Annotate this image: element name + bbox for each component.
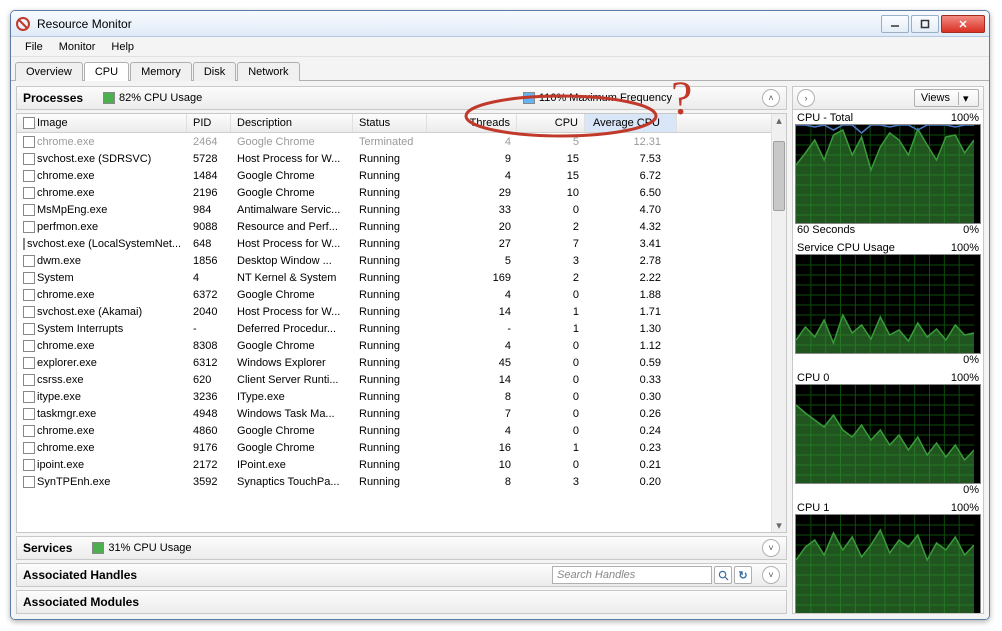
table-row[interactable]: svchost.exe (SDRSVC)5728Host Process for… — [17, 150, 771, 167]
row-checkbox[interactable] — [23, 204, 35, 216]
charts-panel: › Views ▾ CPU - Total100%60 Seconds0%Ser… — [792, 86, 984, 614]
row-checkbox[interactable] — [23, 238, 25, 250]
chart-cpu-1: CPU 1100% — [795, 502, 981, 614]
processes-title: Processes — [23, 91, 83, 105]
table-row[interactable]: System4NT Kernel & SystemRunning16922.22 — [17, 269, 771, 286]
scrollbar-thumb[interactable] — [773, 141, 785, 211]
tab-cpu[interactable]: CPU — [84, 62, 129, 81]
tab-overview[interactable]: Overview — [15, 62, 83, 81]
app-icon — [15, 16, 31, 32]
services-header[interactable]: Services 31% CPU Usage ˅ — [16, 536, 787, 560]
col-pid[interactable]: PID — [187, 114, 231, 132]
row-checkbox[interactable] — [23, 476, 35, 488]
table-row[interactable]: SynTPEnh.exe3592Synaptics TouchPa...Runn… — [17, 473, 771, 490]
table-row[interactable]: svchost.exe (Akamai)2040Host Process for… — [17, 303, 771, 320]
chart-cpu-total: CPU - Total100%60 Seconds0% — [795, 112, 981, 236]
collapse-charts-button[interactable]: › — [797, 89, 815, 107]
row-checkbox[interactable] — [23, 323, 35, 335]
table-row[interactable]: chrome.exe2196Google ChromeRunning29106.… — [17, 184, 771, 201]
menu-file[interactable]: File — [17, 39, 51, 55]
table-row[interactable]: dwm.exe1856Desktop Window ...Running532.… — [17, 252, 771, 269]
minimize-button[interactable] — [881, 15, 909, 33]
window-title: Resource Monitor — [37, 17, 881, 31]
table-row[interactable]: chrome.exe9176Google ChromeRunning1610.2… — [17, 439, 771, 456]
table-row[interactable]: explorer.exe6312Windows ExplorerRunning4… — [17, 354, 771, 371]
row-checkbox[interactable] — [23, 153, 35, 165]
table-header: Image PID Description Status Threads CPU… — [17, 114, 771, 133]
associated-modules-header[interactable]: Associated Modules — [16, 590, 787, 614]
titlebar: Resource Monitor — [11, 11, 989, 37]
row-checkbox[interactable] — [23, 340, 35, 352]
row-checkbox[interactable] — [23, 459, 35, 471]
table-row[interactable]: System Interrupts-Deferred Procedur...Ru… — [17, 320, 771, 337]
green-box-icon — [92, 542, 104, 554]
checkbox-all[interactable] — [23, 117, 35, 129]
table-row[interactable]: itype.exe3236IType.exeRunning800.30 — [17, 388, 771, 405]
close-button[interactable] — [941, 15, 985, 33]
col-average-cpu[interactable]: Average CPU — [585, 114, 677, 132]
max-freq-indicator: 110% Maximum Frequency — [523, 92, 672, 104]
table-row[interactable]: chrome.exe4860Google ChromeRunning400.24 — [17, 422, 771, 439]
row-checkbox[interactable] — [23, 425, 35, 437]
processes-table: Image PID Description Status Threads CPU… — [16, 113, 787, 533]
tab-strip: Overview CPU Memory Disk Network — [11, 57, 989, 81]
table-row[interactable]: csrss.exe620Client Server Runti...Runnin… — [17, 371, 771, 388]
tab-memory[interactable]: Memory — [130, 62, 192, 81]
cpu-usage-indicator: 82% CPU Usage — [103, 92, 202, 104]
views-button[interactable]: Views ▾ — [914, 89, 979, 107]
col-description[interactable]: Description — [231, 114, 353, 132]
row-checkbox[interactable] — [23, 170, 35, 182]
row-checkbox[interactable] — [23, 408, 35, 420]
menu-help[interactable]: Help — [103, 39, 142, 55]
associated-handles-header[interactable]: Associated Handles Search Handles ↻ ˅ — [16, 563, 787, 587]
chart-service-cpu-usage: Service CPU Usage100%0% — [795, 242, 981, 366]
table-row[interactable]: ipoint.exe2172IPoint.exeRunning1000.21 — [17, 456, 771, 473]
resource-monitor-window: Resource Monitor File Monitor Help Overv… — [10, 10, 990, 620]
blue-box-icon — [523, 92, 535, 104]
row-checkbox[interactable] — [23, 289, 35, 301]
table-row[interactable]: svchost.exe (LocalSystemNet...648Host Pr… — [17, 235, 771, 252]
charts-panel-header: › Views ▾ — [792, 86, 984, 110]
row-checkbox[interactable] — [23, 357, 35, 369]
collapse-processes-button[interactable]: ˄ — [762, 89, 780, 107]
vertical-scrollbar[interactable]: ▴ ▾ — [771, 114, 786, 532]
col-status[interactable]: Status — [353, 114, 427, 132]
green-box-icon — [103, 92, 115, 104]
search-handles-input[interactable]: Search Handles — [552, 566, 712, 584]
row-checkbox[interactable] — [23, 306, 35, 318]
table-row[interactable]: perfmon.exe9088Resource and Perf...Runni… — [17, 218, 771, 235]
row-checkbox[interactable] — [23, 221, 35, 233]
tab-network[interactable]: Network — [237, 62, 299, 81]
row-checkbox[interactable] — [23, 187, 35, 199]
menubar: File Monitor Help — [11, 37, 989, 57]
processes-header[interactable]: Processes 82% CPU Usage 110% Maximum Fre… — [16, 86, 787, 110]
search-icon[interactable] — [714, 566, 732, 584]
chevron-down-icon: ▾ — [958, 92, 972, 105]
table-row[interactable]: chrome.exe8308Google ChromeRunning401.12 — [17, 337, 771, 354]
collapse-handles-button[interactable]: ˅ — [762, 566, 780, 584]
row-checkbox[interactable] — [23, 136, 35, 148]
row-checkbox[interactable] — [23, 391, 35, 403]
col-image[interactable]: Image — [17, 114, 187, 132]
row-checkbox[interactable] — [23, 255, 35, 267]
table-row[interactable]: MsMpEng.exe984Antimalware Servic...Runni… — [17, 201, 771, 218]
tab-disk[interactable]: Disk — [193, 62, 236, 81]
menu-monitor[interactable]: Monitor — [51, 39, 104, 55]
table-row[interactable]: taskmgr.exe4948Windows Task Ma...Running… — [17, 405, 771, 422]
table-row[interactable]: chrome.exe2464Google ChromeTerminated451… — [17, 133, 771, 150]
col-threads[interactable]: Threads — [427, 114, 517, 132]
table-body[interactable]: chrome.exe2464Google ChromeTerminated451… — [17, 133, 771, 532]
chart-cpu-0: CPU 0100%0% — [795, 372, 981, 496]
table-row[interactable]: chrome.exe1484Google ChromeRunning4156.7… — [17, 167, 771, 184]
row-checkbox[interactable] — [23, 442, 35, 454]
row-checkbox[interactable] — [23, 374, 35, 386]
row-checkbox[interactable] — [23, 272, 35, 284]
collapse-services-button[interactable]: ˅ — [762, 539, 780, 557]
table-row[interactable]: chrome.exe6372Google ChromeRunning401.88 — [17, 286, 771, 303]
col-cpu[interactable]: CPU — [517, 114, 585, 132]
refresh-icon[interactable]: ↻ — [734, 566, 752, 584]
maximize-button[interactable] — [911, 15, 939, 33]
